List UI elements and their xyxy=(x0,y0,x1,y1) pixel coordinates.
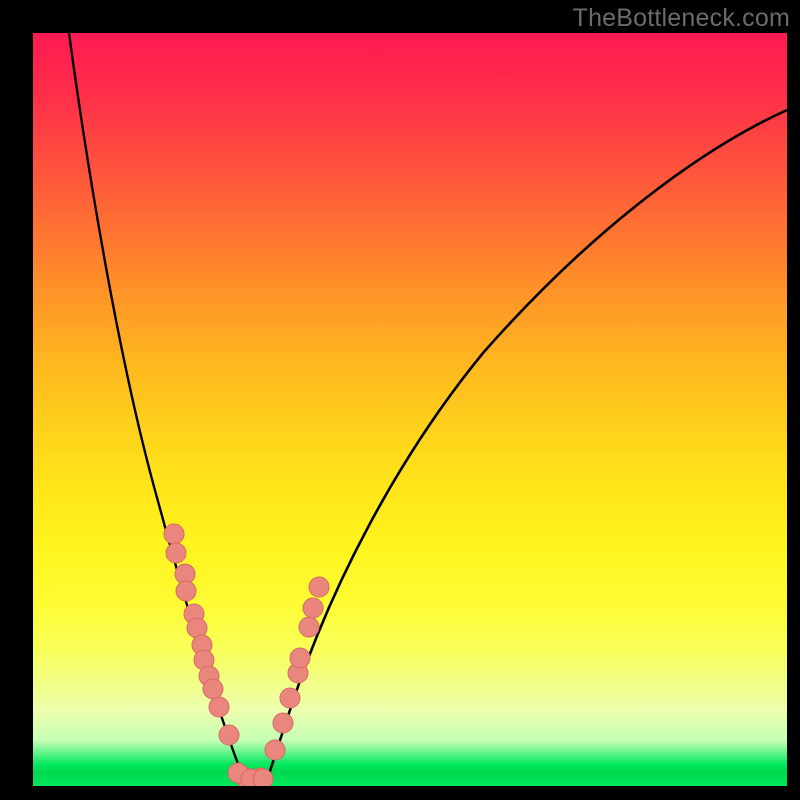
data-marker xyxy=(203,679,223,699)
data-marker xyxy=(253,769,273,786)
left-curve xyxy=(69,33,248,785)
data-marker xyxy=(219,725,239,745)
curve-layer xyxy=(33,33,787,786)
data-marker xyxy=(166,543,186,563)
curve-group xyxy=(69,33,787,786)
data-marker xyxy=(273,713,293,733)
marker-group xyxy=(164,524,329,786)
plot-area xyxy=(33,33,787,786)
chart-frame: TheBottleneck.com xyxy=(0,0,800,800)
data-marker xyxy=(164,524,184,544)
data-marker xyxy=(299,617,319,637)
data-marker xyxy=(265,740,285,760)
right-curve xyxy=(265,110,787,786)
data-marker xyxy=(290,648,310,668)
data-marker xyxy=(176,581,196,601)
watermark-text: TheBottleneck.com xyxy=(573,4,790,33)
data-marker xyxy=(309,577,329,597)
data-marker xyxy=(209,697,229,717)
data-marker xyxy=(280,688,300,708)
data-marker xyxy=(303,598,323,618)
